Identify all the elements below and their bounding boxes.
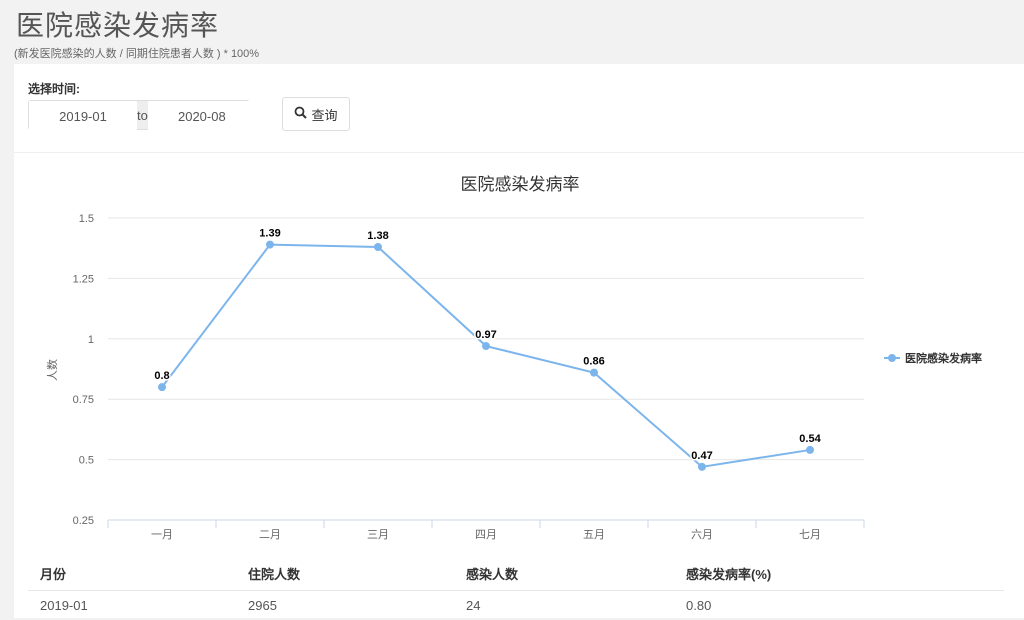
x-tick-label: 二月	[259, 529, 281, 541]
x-tick-label: 五月	[583, 529, 605, 541]
x-tick-label: 一月	[151, 529, 173, 541]
data-label: 0.54	[799, 433, 821, 445]
y-tick-label: 0.5	[79, 455, 94, 467]
data-point	[482, 342, 490, 351]
x-tick-label: 三月	[367, 529, 389, 541]
cell-rate: 0.80	[686, 598, 712, 613]
y-axis-label: 人数	[46, 359, 59, 381]
legend-label: 医院感染发病率	[905, 351, 982, 365]
column-header-infections: 感染人数	[466, 567, 519, 582]
data-label: 0.47	[691, 450, 712, 462]
cell-infections: 24	[466, 598, 481, 613]
column-header-month: 月份	[40, 567, 67, 582]
data-label: 0.97	[475, 329, 496, 341]
content-panel: 选择时间: to 查询 医院感染发病率0.250.50.7511.251.5人数…	[14, 64, 1024, 618]
data-point	[266, 240, 274, 249]
x-tick-label: 四月	[475, 529, 497, 541]
table-divider	[28, 590, 1004, 591]
y-tick-label: 1.25	[73, 273, 94, 285]
x-tick-label: 七月	[799, 528, 821, 541]
data-point	[374, 242, 382, 251]
data-label: 0.86	[583, 356, 604, 368]
legend-marker	[888, 354, 896, 362]
x-tick-label: 六月	[691, 528, 713, 541]
page-title: 医院感染发病率	[16, 10, 220, 41]
table-row: 2019-01 2965 24 0.80	[40, 598, 1000, 620]
table-header: 月份 住院人数 感染人数 感染发病率(%)	[40, 564, 1000, 590]
data-label: 0.8	[154, 370, 169, 382]
chart-title: 医院感染发病率	[461, 175, 580, 194]
data-label: 1.39	[259, 228, 280, 240]
line-chart: 医院感染发病率 0.25 0.5 0.75 1 1.25 1.5 人数一月 二月 三月 四月 五月 六月…	[46, 175, 982, 541]
page-formula: (新发医院感染的人数 / 同期住院患者人数 ) * 100%	[14, 48, 260, 60]
column-header-rate: 感染发病率(%)	[686, 567, 772, 582]
y-tick-label: 1.5	[79, 213, 94, 225]
data-point	[806, 445, 814, 454]
data-label: 1.38	[367, 230, 388, 242]
cell-inpatients: 2965	[248, 598, 277, 613]
data-point	[590, 368, 598, 377]
y-tick-label: 1	[88, 334, 94, 346]
data-point	[158, 383, 166, 392]
column-header-inpatients: 住院人数	[248, 567, 301, 582]
y-tick-label: 0.75	[73, 394, 94, 406]
data-point	[698, 462, 706, 471]
page-header: 医院感染发病率 (新发医院感染的人数 / 同期住院患者人数 ) * 100%	[0, 0, 1024, 64]
cell-month: 2019-01	[40, 598, 88, 613]
y-tick-label: 0.25	[73, 515, 94, 527]
